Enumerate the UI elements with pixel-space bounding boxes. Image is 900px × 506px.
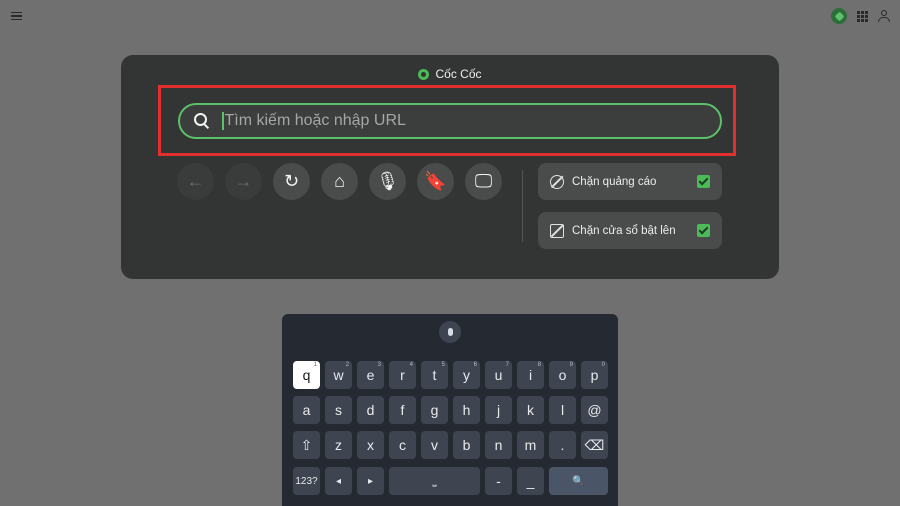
bookmark-icon: 🔖 — [424, 171, 447, 191]
key-d[interactable]: d — [357, 396, 384, 424]
key-c[interactable]: c — [389, 431, 416, 459]
key-j[interactable]: j — [485, 396, 512, 424]
adblock-label: Chặn quảng cáo — [572, 175, 657, 188]
key-at[interactable]: @ — [581, 396, 608, 424]
arrow-left-icon: ← — [186, 171, 205, 191]
key-z[interactable]: z — [325, 431, 352, 459]
key-v[interactable]: v — [421, 431, 448, 459]
numbers-key[interactable]: 123? — [293, 467, 320, 495]
key-q[interactable]: q1 — [293, 361, 320, 389]
home-icon: ⌂ — [334, 171, 345, 191]
key-a[interactable]: a — [293, 396, 320, 424]
key-period[interactable]: . — [549, 431, 576, 459]
monitor-icon: 🖵 — [474, 171, 493, 191]
keyboard-microphone-icon[interactable] — [439, 321, 461, 343]
block-popup-icon — [550, 223, 564, 238]
extension-icon[interactable] — [831, 8, 847, 24]
home-button[interactable]: ⌂ — [321, 163, 358, 200]
adblock-toggle[interactable]: Chặn quảng cáo — [538, 163, 722, 200]
key-w[interactable]: w2 — [325, 361, 352, 389]
key-o[interactable]: o9 — [549, 361, 576, 389]
browser-brand: Cốc Cốc — [121, 67, 779, 81]
arrow-right-icon: → — [234, 171, 253, 191]
reload-button[interactable]: ↻ — [273, 163, 310, 200]
key-p[interactable]: p0 — [581, 361, 608, 389]
reload-icon: ↻ — [283, 171, 300, 191]
hamburger-menu-icon[interactable] — [11, 12, 22, 21]
key-dash[interactable]: - — [485, 467, 512, 495]
desktop-mode-button[interactable]: 🖵 — [465, 163, 502, 200]
top-right-actions — [831, 8, 890, 24]
block-ads-icon — [550, 174, 564, 189]
divider — [522, 170, 523, 242]
key-l[interactable]: l — [549, 396, 576, 424]
apps-grid-icon[interactable] — [857, 10, 868, 22]
key-e[interactable]: e3 — [357, 361, 384, 389]
search-key[interactable]: 🔍 — [549, 467, 608, 495]
popup-block-label: Chặn cửa sổ bật lên — [572, 224, 676, 237]
key-underscore[interactable]: _ — [517, 467, 544, 495]
adblock-checkbox[interactable] — [697, 175, 710, 188]
key-m[interactable]: m — [517, 431, 544, 459]
top-bar — [0, 0, 900, 32]
search-icon — [192, 111, 212, 131]
key-r[interactable]: r4 — [389, 361, 416, 389]
key-x[interactable]: x — [357, 431, 384, 459]
user-profile-icon[interactable] — [878, 10, 890, 22]
cursor-left-key[interactable]: ◂ — [325, 467, 352, 495]
bookmark-button[interactable]: 🔖 — [417, 163, 454, 200]
address-bar[interactable] — [178, 103, 722, 139]
backspace-key[interactable]: ⌫ — [581, 431, 608, 459]
cursor-right-key[interactable]: ▸ — [357, 467, 384, 495]
brand-name: Cốc Cốc — [435, 67, 482, 81]
back-button[interactable]: ← — [177, 163, 214, 200]
key-y[interactable]: y6 — [453, 361, 480, 389]
key-b[interactable]: b — [453, 431, 480, 459]
microphone-icon: 🎙 — [376, 171, 399, 191]
forward-button[interactable]: → — [225, 163, 262, 200]
search-input[interactable] — [223, 112, 720, 130]
key-f[interactable]: f — [389, 396, 416, 424]
voice-search-button[interactable]: 🎙 — [369, 163, 406, 200]
key-t[interactable]: t5 — [421, 361, 448, 389]
popup-block-checkbox[interactable] — [697, 224, 710, 237]
shift-key[interactable]: ⇧ — [293, 431, 320, 459]
coccoc-logo-icon — [418, 68, 430, 80]
navigation-row: ← → ↻ ⌂ 🎙 🔖 🖵 — [177, 163, 502, 200]
on-screen-keyboard: q 1 w 2 e 3 r 4 t 5 y 6 u 7 i 8 o 9 p 0 a s d f g h j k l @ ⇧ z x c v b n m. ⌫… — [282, 314, 618, 506]
key-u[interactable]: u7 — [485, 361, 512, 389]
popup-block-toggle[interactable]: Chặn cửa sổ bật lên — [538, 212, 722, 249]
key-h[interactable]: h — [453, 396, 480, 424]
key-k[interactable]: k — [517, 396, 544, 424]
key-s[interactable]: s — [325, 396, 352, 424]
key-g[interactable]: g — [421, 396, 448, 424]
key-i[interactable]: i8 — [517, 361, 544, 389]
key-n[interactable]: n — [485, 431, 512, 459]
space-key[interactable]: ⎵ — [389, 467, 480, 495]
